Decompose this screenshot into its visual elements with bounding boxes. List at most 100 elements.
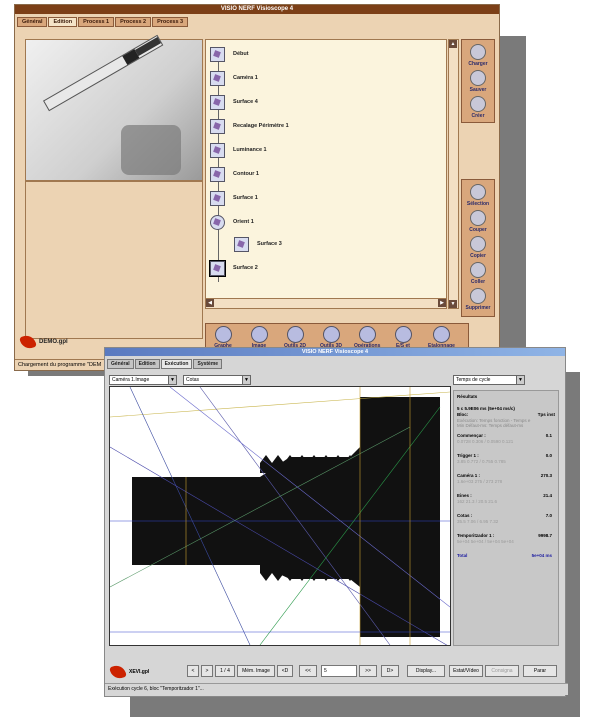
flow-item-camera[interactable]: Caméra 1 [210, 70, 258, 86]
select-icon [470, 184, 486, 200]
create-button[interactable]: Créer [459, 96, 497, 119]
display-button[interactable]: Display... [407, 665, 445, 677]
properties-panel [25, 181, 203, 339]
window1-tabs: Général Edition Process 1 Process 2 Proc… [17, 17, 189, 27]
execution-window: VISIO NERF Visioscope 4 Général Edition … [104, 347, 568, 697]
operations-icon [358, 326, 376, 343]
tab-process-2[interactable]: Process 2 [115, 17, 152, 27]
image-icon [250, 326, 268, 343]
bolt-image [110, 387, 450, 645]
result-row-sub: 1.6e+03 275 / 273 278 [457, 479, 503, 484]
cut-button[interactable]: Couper [459, 210, 497, 233]
program-filename: DEMO.gpl [39, 339, 68, 345]
io-com-icon [394, 326, 412, 343]
edit-buttons-panel: Sélection Couper Copier Coller Supprimer [461, 179, 495, 317]
flow-item-orient[interactable]: Orient 1 [210, 214, 254, 230]
state-video-button[interactable]: Estat/Vídeo [449, 665, 483, 677]
next-image-button[interactable]: > [201, 665, 213, 677]
flow-item-surface-2[interactable]: Surface 2 [209, 259, 258, 277]
file-buttons-panel: Charger Sauver Créer [461, 39, 495, 123]
cycle-input[interactable]: 5 [321, 665, 357, 677]
stop-button[interactable]: Parar [523, 665, 557, 677]
scroll-right-icon[interactable]: ▶ [438, 299, 446, 307]
tab-general[interactable]: Général [17, 17, 48, 27]
scroll-left-icon[interactable]: ◀ [206, 299, 214, 307]
calibration-button[interactable]: Etalonnage [428, 326, 455, 349]
program-filename: XEVI.gpl [129, 669, 150, 675]
copy-icon [470, 236, 486, 252]
window1-title: VISIO NERF Visioscope 4 [15, 5, 499, 14]
save-icon [470, 70, 486, 86]
tools-2d-button[interactable]: Outils 2D [282, 326, 308, 349]
graph-button[interactable]: Graphe [210, 326, 236, 349]
paste-icon [470, 262, 486, 278]
camera-icon [210, 70, 225, 86]
start-icon [210, 46, 225, 62]
flow-item-surface-3[interactable]: Surface 3 [234, 236, 282, 252]
surface-icon [210, 94, 225, 110]
surface-icon [210, 190, 225, 206]
program-flow[interactable]: Début Caméra 1 Surface 4 Recalage Périmè… [205, 39, 447, 299]
surface-icon [234, 236, 249, 252]
copy-button[interactable]: Copier [459, 236, 497, 259]
flow-item-recalage[interactable]: Recalage Périmètre 1 [210, 118, 289, 134]
cut-icon [470, 210, 486, 226]
flow-item-luminance[interactable]: Luminance 1 [210, 142, 267, 158]
contour-icon [210, 166, 225, 182]
flow-vertical-scrollbar[interactable]: ▲ ▼ [448, 39, 459, 309]
camera-select[interactable]: Caméra 1.Image ▼ [109, 375, 177, 385]
results-panel: Résultats 5 c 5.9E06 ms (5e+04 ms/c) Blo… [453, 390, 559, 646]
tab-process-1[interactable]: Process 1 [78, 17, 115, 27]
paste-button[interactable]: Coller [459, 262, 497, 285]
flow-item-contour[interactable]: Contour 1 [210, 166, 259, 182]
results-summary: 5 c 5.9E06 ms (5e+04 ms/c) [457, 406, 515, 411]
chevron-down-icon: ▼ [516, 376, 524, 384]
results-header: Résultats [457, 394, 478, 399]
delete-button[interactable]: Supprimer [459, 288, 497, 311]
tab-process-3[interactable]: Process 3 [152, 17, 189, 27]
tools-2d-icon [286, 326, 304, 343]
flow-horizontal-scrollbar[interactable]: ◀ ▶ [205, 298, 447, 309]
load-icon [470, 44, 486, 60]
brand-logo-icon [19, 333, 37, 351]
tools-3d-button[interactable]: Outils 3D [318, 326, 344, 349]
load-button[interactable]: Charger [459, 44, 497, 67]
pen-cap [134, 37, 161, 57]
result-row: Eines :21.4 [457, 493, 552, 498]
inspection-view[interactable] [109, 386, 451, 646]
status-bar: Exécution cycle 6, bloc "Temporitzador 1… [105, 683, 568, 695]
results-legend-2: Min Défaut-ms: Temps défaut-ms [457, 423, 524, 428]
flow-item-surface-4[interactable]: Surface 4 [210, 94, 258, 110]
flow-item-debut[interactable]: Début [210, 46, 249, 62]
result-row: Commençar :0.1 [457, 433, 552, 438]
last-button[interactable]: D> [381, 665, 399, 677]
image-button[interactable]: Image [246, 326, 272, 349]
tab-edition[interactable]: Edition [48, 17, 78, 27]
cotas-select[interactable]: Cotas ▼ [183, 375, 251, 385]
save-button[interactable]: Sauver [459, 70, 497, 93]
recalage-icon [210, 118, 225, 134]
tab-execution[interactable]: Exécution [160, 359, 193, 369]
pen-image [43, 34, 164, 112]
scroll-up-icon[interactable]: ▲ [449, 40, 457, 48]
brand-logo-icon [109, 663, 127, 681]
scroll-down-icon[interactable]: ▼ [449, 300, 457, 308]
setpoint-button[interactable]: Consigna [485, 665, 519, 677]
result-row: Caméra 1 :270.3 [457, 473, 552, 478]
forward-button[interactable]: >> [359, 665, 377, 677]
program-logo: XEVI.gpl [109, 663, 150, 681]
tab-edition[interactable]: Edition [134, 359, 160, 369]
select-button[interactable]: Sélection [459, 184, 497, 207]
result-row-sub: 162 21.3 / 20.5 21.6 [457, 499, 498, 504]
rewind-button[interactable]: << [299, 665, 317, 677]
tab-general[interactable]: Général [107, 359, 134, 369]
memory-image-button[interactable]: Mém. Image [237, 665, 275, 677]
chevron-down-icon: ▼ [168, 376, 176, 384]
flow-item-surface-1[interactable]: Surface 1 [210, 190, 258, 206]
calibration-icon [432, 326, 450, 343]
prev-image-button[interactable]: < [187, 665, 199, 677]
cycle-select[interactable]: Temps de cycle ▼ [453, 375, 525, 385]
operations-button[interactable]: Opérations [354, 326, 380, 349]
tab-system[interactable]: Système [193, 359, 223, 369]
first-button[interactable]: <D [277, 665, 293, 677]
